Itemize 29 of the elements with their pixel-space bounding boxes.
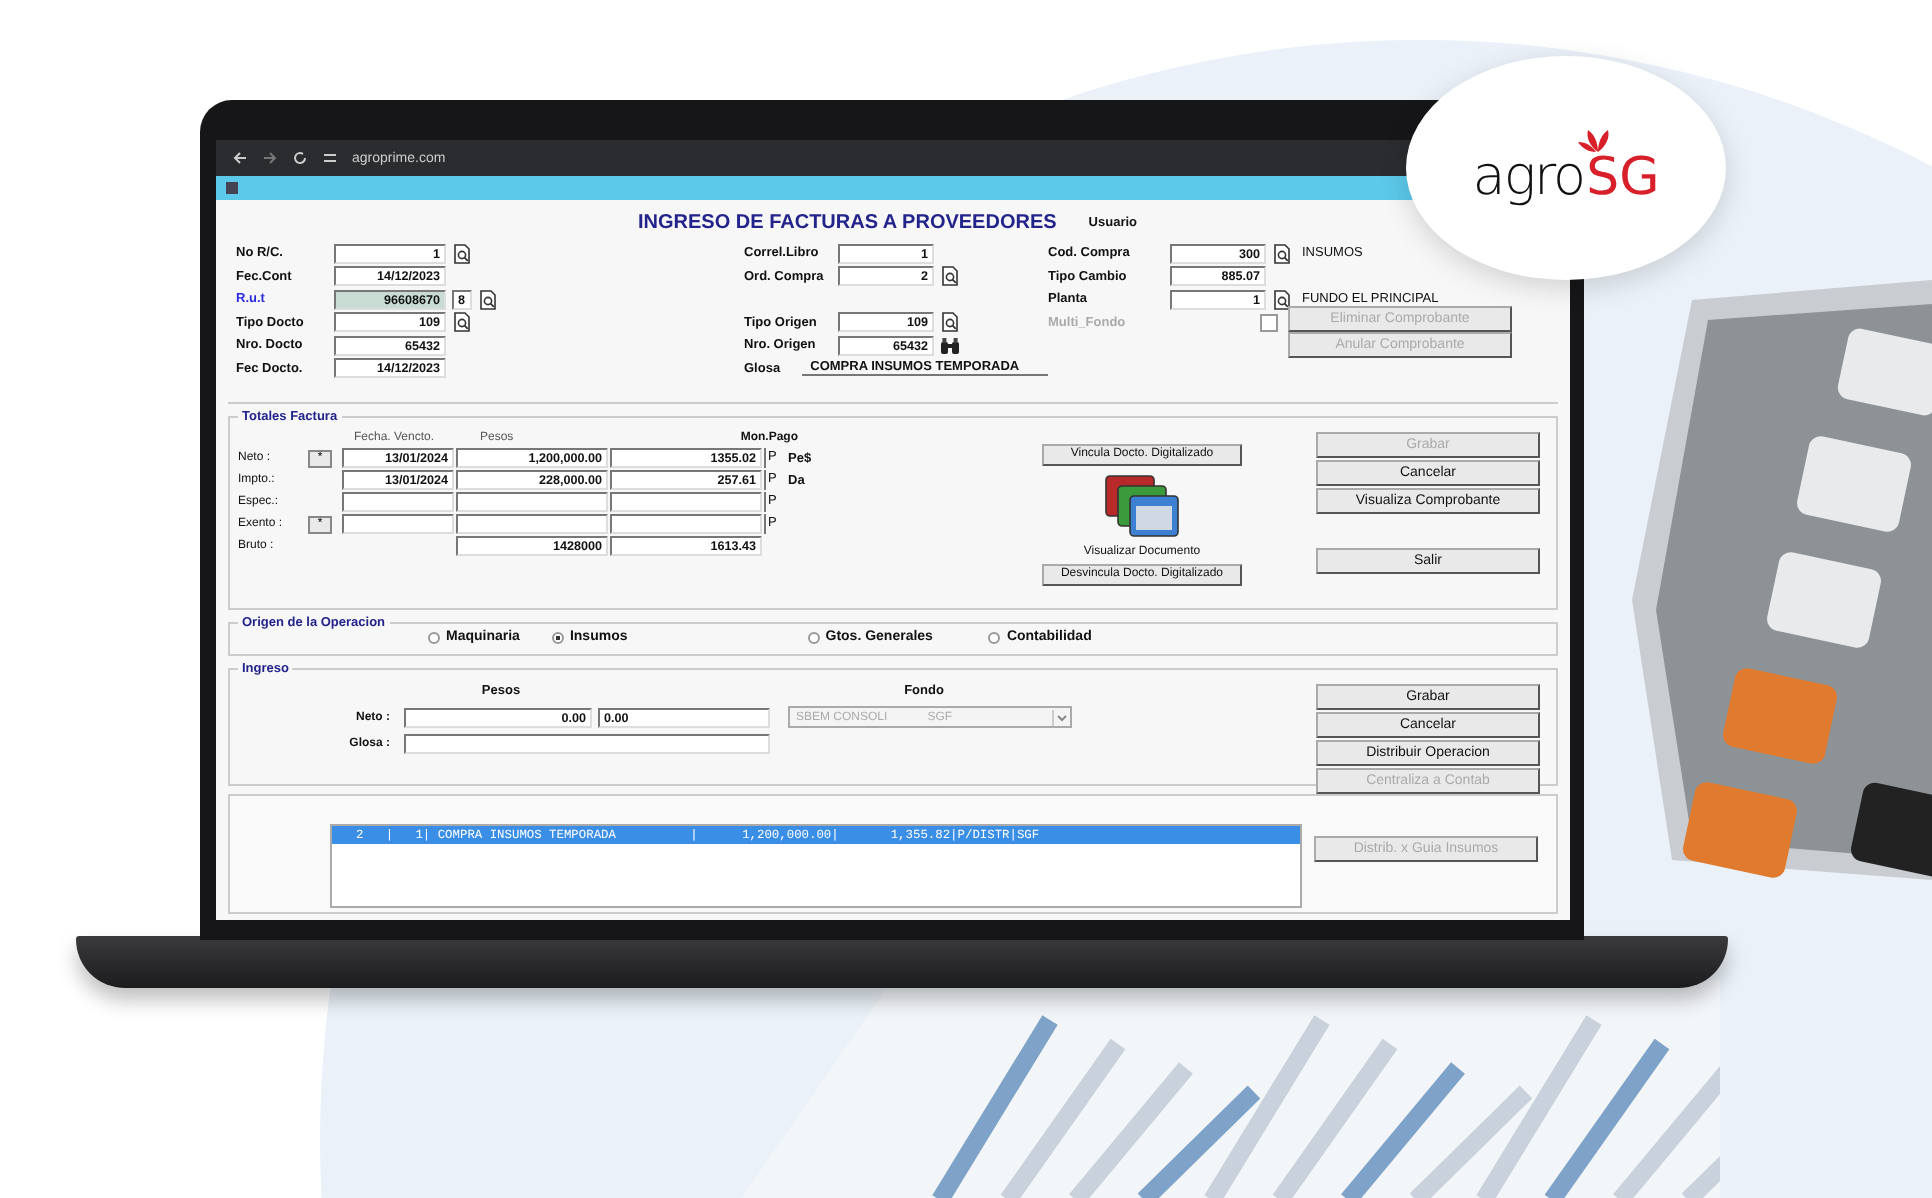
binoculars-icon[interactable] — [940, 335, 960, 356]
document-search-icon[interactable] — [940, 266, 960, 287]
input-field[interactable] — [456, 514, 608, 534]
document-search-icon[interactable] — [478, 289, 498, 310]
site-info-icon[interactable] — [322, 150, 338, 166]
forward-arrow-icon[interactable] — [262, 150, 278, 166]
radio-button[interactable] — [428, 631, 440, 643]
form-title: INGRESO DE FACTURAS A PROVEEDORES — [638, 211, 1057, 233]
radio-button[interactable] — [551, 631, 564, 643]
document-search-icon[interactable] — [1272, 289, 1292, 310]
input-field[interactable] — [610, 514, 762, 534]
radio-button[interactable] — [807, 631, 820, 643]
radio-button[interactable] — [988, 631, 1001, 643]
input-field[interactable] — [342, 514, 454, 534]
input-field[interactable] — [342, 492, 454, 512]
logo-text: SG — [1586, 152, 1660, 204]
input-field[interactable] — [404, 733, 770, 753]
document-stack-icon[interactable] — [1102, 472, 1182, 540]
input-field[interactable] — [456, 492, 608, 512]
document-search-icon[interactable] — [940, 312, 960, 333]
app-icon — [226, 182, 238, 194]
back-arrow-icon[interactable] — [232, 150, 248, 166]
input-field[interactable] — [610, 492, 762, 512]
caret-icon — [1052, 709, 1070, 725]
document-search-icon[interactable] — [452, 243, 472, 264]
document-search-icon[interactable] — [1272, 243, 1292, 264]
logo-text: agro — [1472, 145, 1585, 207]
document-search-icon[interactable] — [452, 312, 472, 333]
reload-icon[interactable] — [292, 150, 308, 166]
